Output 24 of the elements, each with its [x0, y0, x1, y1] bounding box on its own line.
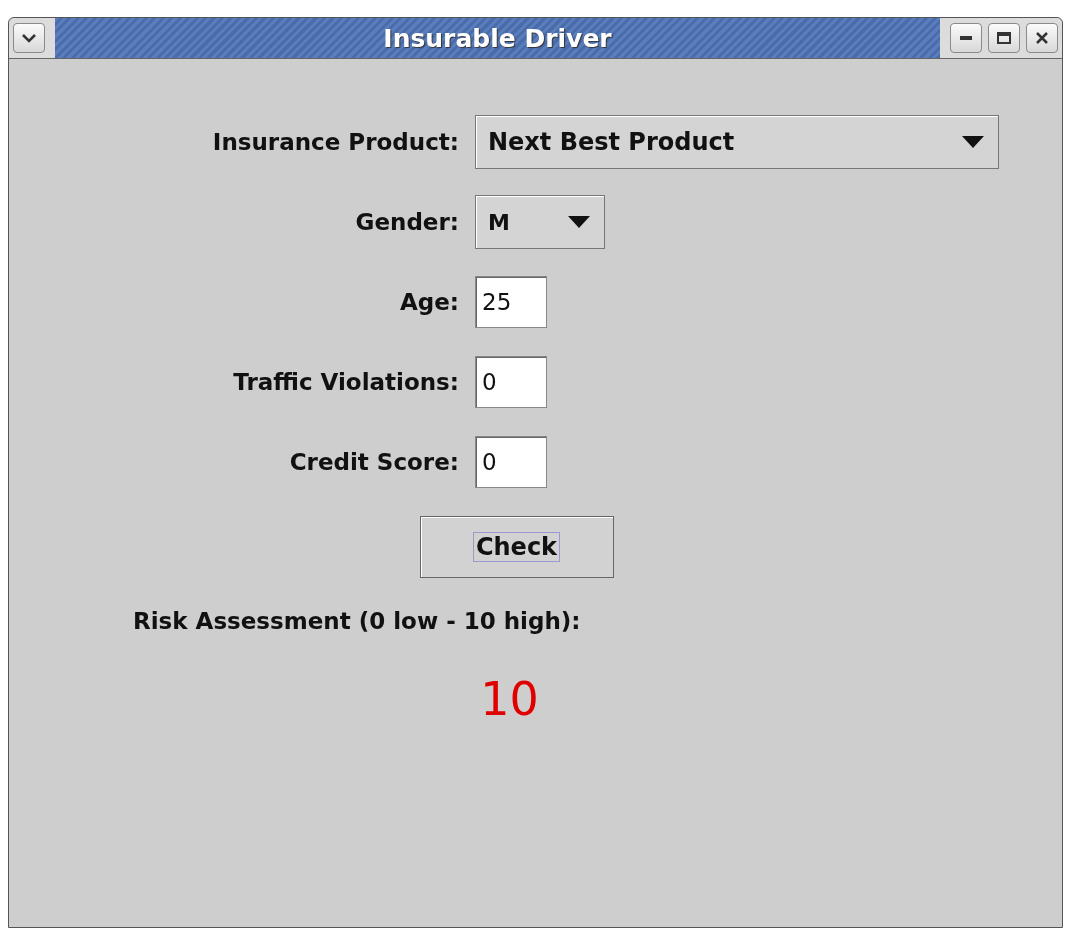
minimize-button[interactable]	[950, 23, 982, 53]
minimize-icon	[960, 36, 972, 40]
input-field[interactable]: 0	[475, 356, 547, 408]
close-button[interactable]	[1026, 23, 1058, 53]
input-field[interactable]: 0	[475, 436, 547, 488]
caret-icon	[568, 216, 590, 228]
field-label: Credit Score:	[289, 449, 459, 475]
check-button[interactable]: Check	[419, 516, 614, 578]
window-title: Insurable Driver	[383, 23, 612, 53]
maximize-button[interactable]	[988, 23, 1020, 53]
caret-icon	[962, 136, 984, 148]
dropdown[interactable]: Next Best Product	[475, 115, 999, 169]
field-label: Traffic Violations:	[233, 369, 459, 395]
result-label: Risk Assessment (0 low - 10 high):	[133, 608, 582, 634]
window-menu-button[interactable]	[13, 23, 45, 53]
risk-score: 10	[480, 672, 539, 726]
close-icon	[1036, 32, 1048, 44]
maximize-icon	[997, 32, 1011, 44]
chevron-down-icon	[22, 33, 36, 43]
field-label: Gender:	[355, 209, 459, 235]
dropdown[interactable]: M	[475, 195, 605, 249]
field-label: Insurance Product:	[212, 129, 459, 155]
field-label: Age:	[399, 289, 459, 315]
input-field[interactable]: 25	[475, 276, 547, 328]
